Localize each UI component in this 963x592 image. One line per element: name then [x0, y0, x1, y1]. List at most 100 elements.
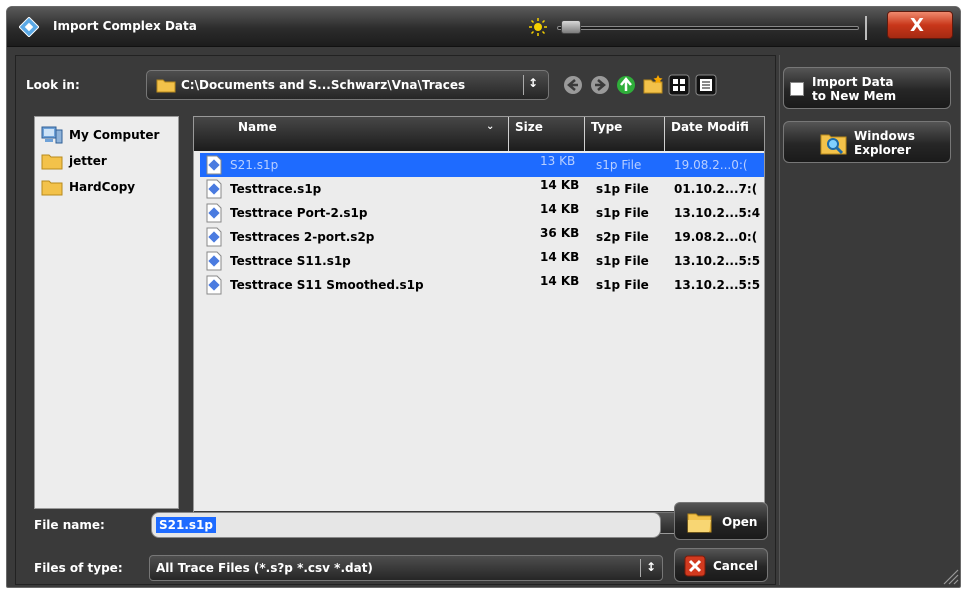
open-button-label: Open — [722, 515, 758, 529]
file-size-cell: 36 KB — [540, 226, 580, 240]
table-row[interactable]: S21.s1p 13 KB s1p File 19.08.2...0:( — [200, 153, 764, 177]
folder-icon — [41, 180, 63, 196]
file-name-cell: Testtrace Port-2.s1p — [230, 206, 368, 220]
spin-arrows-icon[interactable]: ↕ — [528, 76, 538, 90]
combo-separator — [523, 75, 524, 95]
brightness-icon — [529, 18, 547, 36]
file-size-cell: 14 KB — [540, 250, 580, 264]
up-folder-icon[interactable] — [615, 74, 637, 96]
file-list: Name ⌄ Size Type Date Modifi S21.s1p 13 K… — [193, 116, 765, 534]
file-type-cell: s1p File — [596, 254, 649, 268]
file-name-cell: Testtraces 2-port.s2p — [230, 230, 375, 244]
file-type-cell: s2p File — [596, 230, 649, 244]
brightness-slider-thumb[interactable] — [561, 20, 581, 34]
app-icon — [19, 17, 39, 37]
file-type-cell: s1p File — [596, 158, 642, 172]
import-to-new-mem-line2: to New Mem — [812, 89, 897, 103]
file-name-cell: Testtrace S11 Smoothed.s1p — [230, 278, 424, 292]
file-size-cell: 14 KB — [540, 178, 580, 192]
file-size-cell: 14 KB — [540, 202, 580, 216]
sort-desc-icon: ⌄ — [486, 121, 495, 132]
file-name-cell: Testtrace.s1p — [230, 182, 322, 196]
file-name-input[interactable]: S21.s1p — [151, 512, 661, 538]
import-to-new-mem-toggle[interactable]: Import Data to New Mem — [783, 67, 951, 109]
file-dialog-body: Look in: C:\Documents and S...Schwarz\Vn… — [15, 55, 776, 585]
cancel-button[interactable]: Cancel — [674, 548, 768, 582]
place-label: jetter — [69, 154, 107, 168]
file-type-cell: s1p File — [596, 278, 649, 292]
place-label: My Computer — [69, 128, 160, 142]
column-header-size[interactable]: Size — [509, 117, 585, 151]
column-header-type[interactable]: Type — [585, 117, 665, 151]
open-button[interactable]: Open — [674, 502, 768, 540]
file-date-cell: 13.10.2...5:5 — [674, 278, 761, 292]
combo-separator — [640, 559, 641, 577]
file-date-cell: 13.10.2...5:5 — [674, 254, 761, 268]
files-of-type-combo[interactable]: All Trace Files (*.s?p *.csv *.dat) ↕ — [149, 555, 663, 581]
cancel-button-label: Cancel — [713, 559, 758, 573]
files-of-type-value: All Trace Files (*.s?p *.csv *.dat) — [156, 561, 373, 575]
trace-file-icon — [206, 227, 222, 247]
resize-grip-icon[interactable] — [939, 565, 959, 585]
side-panel: Import Data to New Mem Windows Explorer — [779, 55, 957, 585]
list-view-icon[interactable] — [668, 74, 690, 96]
brightness-slider-track[interactable] — [557, 26, 859, 30]
file-list-header: Name ⌄ Size Type Date Modifi — [194, 117, 764, 151]
table-row[interactable]: Testtrace S11.s1p 14 KB s1p File 13.10.2...… — [200, 249, 764, 273]
trace-file-icon — [206, 275, 222, 295]
file-name-cell: S21.s1p — [230, 158, 279, 172]
spin-arrows-icon[interactable]: ↕ — [646, 560, 656, 574]
file-name-value: S21.s1p — [156, 517, 216, 533]
folder-icon — [41, 154, 63, 170]
new-folder-icon[interactable] — [642, 74, 664, 96]
file-date-cell: 19.08.2...0:( — [674, 230, 758, 244]
file-type-cell: s1p File — [596, 206, 649, 220]
open-folder-icon — [687, 513, 712, 533]
details-view-icon[interactable] — [695, 74, 717, 96]
table-row[interactable]: Testtrace Port-2.s1p 14 KB s1p File 13.10.2… — [200, 201, 764, 225]
import-to-new-mem-line1: Import Data — [812, 75, 894, 89]
table-row[interactable]: Testtrace.s1p 14 KB s1p File 01.10.2...7:( — [200, 177, 764, 201]
table-row[interactable]: Testtraces 2-port.s2p 36 KB s2p File 19.08.… — [200, 225, 764, 249]
look-in-label: Look in: — [26, 78, 80, 92]
file-size-cell: 13 KB — [540, 154, 576, 168]
look-in-combo[interactable]: C:\Documents and S...Schwarz\Vna\Traces … — [146, 70, 549, 100]
windows-explorer-line1: Windows — [854, 129, 915, 143]
windows-explorer-line2: Explorer — [854, 143, 911, 157]
column-header-name[interactable]: Name ⌄ — [194, 117, 509, 151]
trace-file-icon — [206, 251, 222, 271]
place-jetter[interactable]: jetter — [41, 149, 107, 173]
dialog-window: Import Complex Data X Look in: C:\Docume… — [6, 6, 961, 588]
column-header-date[interactable]: Date Modifi — [665, 117, 764, 151]
close-icon: X — [910, 15, 924, 36]
checkbox-icon[interactable] — [790, 82, 804, 96]
file-date-cell: 01.10.2...7:( — [674, 182, 758, 196]
folder-icon — [156, 79, 176, 93]
file-date-cell: 19.08.2...0:( — [674, 158, 748, 172]
place-label: HardCopy — [69, 180, 136, 194]
trace-file-icon — [206, 203, 222, 223]
file-size-cell: 14 KB — [540, 274, 580, 288]
trace-file-icon — [206, 155, 222, 175]
file-name-cell: Testtrace S11.s1p — [230, 254, 351, 268]
table-row[interactable]: Testtrace S11 Smoothed.s1p 14 KB s1p File 1… — [200, 273, 764, 297]
brightness-slider-end — [865, 16, 867, 40]
close-button[interactable]: X — [887, 11, 953, 39]
place-hardcopy[interactable]: HardCopy — [41, 175, 135, 199]
windows-explorer-button[interactable]: Windows Explorer — [783, 121, 951, 163]
files-of-type-label: Files of type: — [34, 561, 123, 575]
back-icon[interactable] — [562, 74, 584, 96]
file-name-label: File name: — [34, 518, 105, 532]
place-my-computer[interactable]: My Computer — [41, 123, 159, 147]
title-bar[interactable]: Import Complex Data X — [7, 7, 960, 47]
explorer-search-icon — [820, 134, 847, 155]
file-type-cell: s1p File — [596, 182, 649, 196]
look-in-value: C:\Documents and S...Schwarz\Vna\Traces — [181, 78, 466, 92]
computer-icon — [41, 126, 63, 144]
cancel-x-icon — [684, 555, 706, 577]
places-panel: My Computer jetter HardCopy — [34, 116, 179, 509]
file-date-cell: 13.10.2...5:4 — [674, 206, 761, 220]
window-title: Import Complex Data — [53, 19, 197, 33]
forward-icon[interactable] — [589, 74, 611, 96]
trace-file-icon — [206, 179, 222, 199]
